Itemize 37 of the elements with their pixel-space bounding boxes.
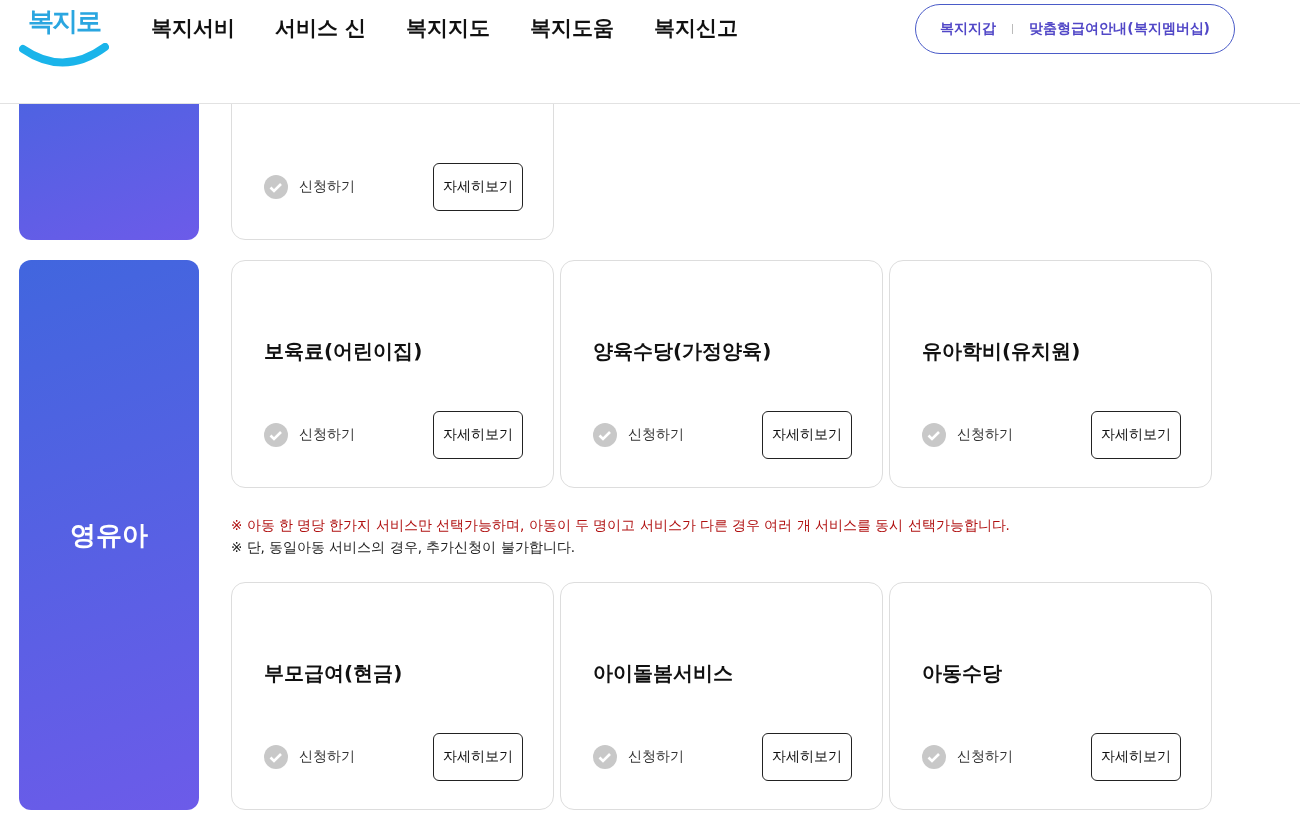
apply-label: 신청하기 [299,178,355,196]
nav-link[interactable]: 복지지도 [406,14,491,42]
check-icon[interactable] [593,423,617,447]
check-icon[interactable] [264,745,288,769]
notice-text: ※ 단, 동일아동 서비스의 경우, 추가신청이 불가합니다. [231,538,576,557]
quick-link[interactable]: 복지지갑 [940,20,997,38]
check-icon[interactable] [922,423,946,447]
apply-label: 신청하기 [299,426,355,444]
service-title: 보육료(어린이집) [264,337,424,365]
detail-button[interactable]: 자세히보기 [433,733,523,781]
check-icon[interactable] [264,175,288,199]
detail-button[interactable]: 자세히보기 [433,163,523,211]
detail-button[interactable]: 자세히보기 [1091,733,1181,781]
quick-link[interactable]: 맞춤형급여안내(복지멤버십) [1029,20,1210,38]
detail-button[interactable]: 자세히보기 [1091,411,1181,459]
service-title: 부모급여(현금) [264,659,404,687]
apply-label: 신청하기 [299,748,355,766]
detail-button[interactable]: 자세히보기 [762,733,852,781]
service-title: 아이돌봄서비스 [593,659,734,687]
detail-button[interactable]: 자세히보기 [433,411,523,459]
nav-link[interactable]: 복지서비 [151,14,235,42]
nav-link[interactable]: 복지도움 [530,14,615,42]
check-icon[interactable] [922,745,946,769]
apply-label: 신청하기 [628,426,684,444]
apply-label: 신청하기 [957,748,1013,766]
apply-label: 신청하기 [628,748,684,766]
nav-link[interactable]: 서비스 신 [275,14,367,42]
service-title: 양육수당(가정양육) [593,337,773,365]
check-icon[interactable] [264,423,288,447]
check-icon[interactable] [593,745,617,769]
detail-button[interactable]: 자세히보기 [762,411,852,459]
service-title: 유아학비(유치원) [922,337,1082,365]
notice-text: ※ 아동 한 명당 한가지 서비스만 선택가능하며, 아동이 두 명이고 서비스가 다른 경우 여러 개 서비스를 동시 선택가능합니다. [231,516,1011,535]
category-label: 영유아 [70,518,148,552]
nav-link[interactable]: 복지신고 [654,14,739,42]
service-title: 아동수당 [922,659,1003,687]
apply-label: 신청하기 [957,426,1013,444]
